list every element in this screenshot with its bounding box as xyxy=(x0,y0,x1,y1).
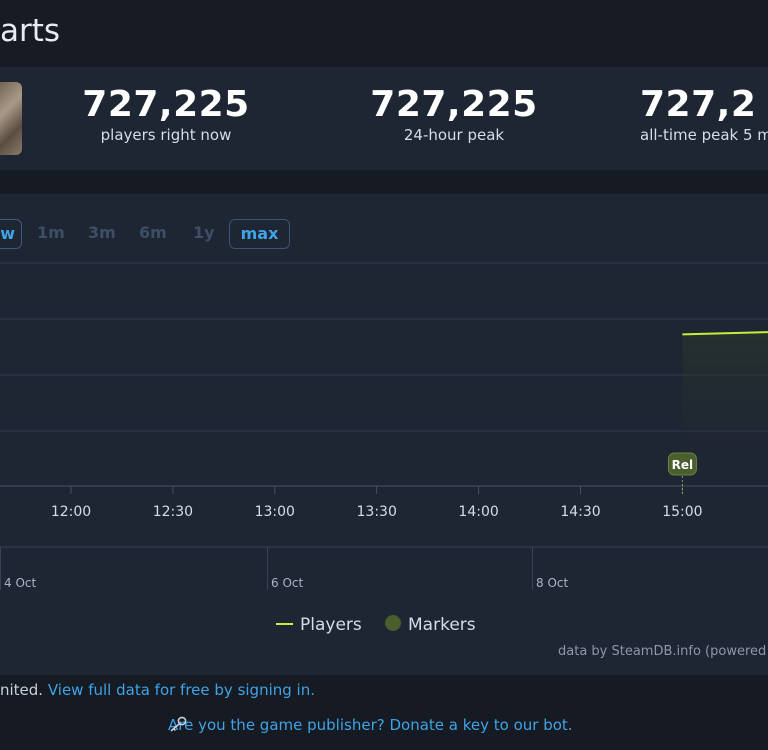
x-tick-label: 14:00 xyxy=(458,504,498,520)
stat-value: 727,2 xyxy=(640,84,757,125)
player-chart[interactable]: 12:00 12:30 13:00 13:30 14:00 14:30 15:00 4 Oc… xyxy=(0,194,768,675)
navigator-label: 8 Oct xyxy=(536,576,568,590)
stat-value: 727,225 xyxy=(370,84,538,125)
marker-label: Rel xyxy=(672,458,694,472)
page-title: arts xyxy=(0,13,61,49)
stats-panel: 727,225 players right now 727,225 24-hou… xyxy=(0,67,768,170)
legend-players-label: Players xyxy=(300,615,362,635)
x-tick-label: 14:30 xyxy=(560,504,600,520)
stat-value: 727,225 xyxy=(82,84,250,125)
stat-24h-peak: 727,225 24-hour peak xyxy=(368,84,540,144)
top-bar: arts xyxy=(0,0,768,66)
x-tick-label: 15:00 xyxy=(662,504,702,520)
key-icon xyxy=(170,716,187,732)
stat-label: 24-hour peak xyxy=(403,126,505,144)
stat-label: players right now xyxy=(100,126,232,144)
x-tick-label: 12:00 xyxy=(51,504,91,520)
legend-markers-label: Markers xyxy=(408,615,476,635)
donate-key-link[interactable]: Are you the game publisher? Donate a key… xyxy=(168,716,573,734)
stat-label: all-time peak 5 m xyxy=(640,126,768,144)
x-tick-label: 12:30 xyxy=(153,504,193,520)
chart-credit: data by SteamDB.info (powered b xyxy=(558,644,768,659)
publisher-row[interactable]: Are you the game publisher? Donate a key… xyxy=(168,716,573,734)
stat-all-time-peak: 727,2 all-time peak 5 m xyxy=(640,84,768,144)
chart-panel: w 1m 3m 6m 1y max 12:00 12:30 13:00 13:30 14… xyxy=(0,194,768,675)
x-tick-label: 13:00 xyxy=(255,504,295,520)
note-prefix: nited. xyxy=(0,681,44,699)
legend-markers-swatch xyxy=(385,615,401,631)
game-thumbnail[interactable] xyxy=(0,82,22,155)
stat-players-now: 727,225 players right now xyxy=(80,84,252,144)
navigator-label: 6 Oct xyxy=(271,576,303,590)
signin-note: nited. View full data for free by signin… xyxy=(0,681,315,699)
signin-link[interactable]: View full data for free by signing in. xyxy=(48,681,315,699)
x-tick-label: 13:30 xyxy=(357,504,397,520)
navigator-label: 4 Oct xyxy=(4,576,36,590)
